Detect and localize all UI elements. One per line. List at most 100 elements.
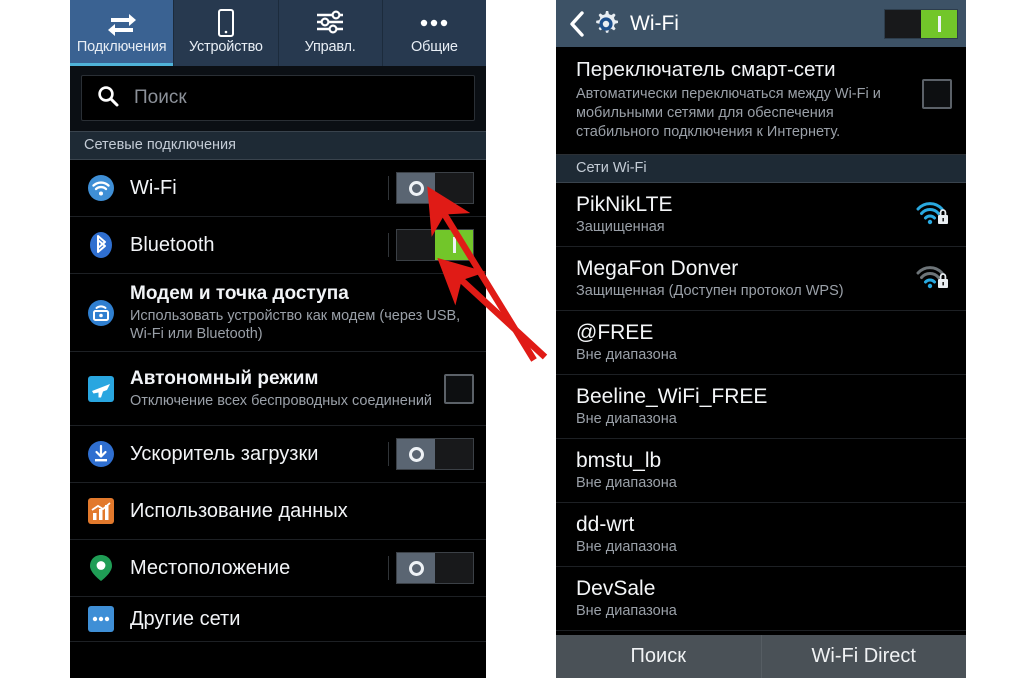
wifi-toggle[interactable]	[388, 172, 474, 204]
airplane-icon	[84, 375, 118, 403]
toggle-knob	[397, 553, 435, 583]
toggle-knob	[397, 173, 435, 203]
network-row-ddwrt[interactable]: dd-wrt Вне диапазона	[556, 503, 966, 567]
network-text: Beeline_WiFi_FREE Вне диапазона	[576, 384, 950, 428]
row-airplane-mode-sub: Отключение всех беспроводных соединений	[130, 393, 433, 409]
row-bluetooth-title: Bluetooth	[130, 234, 215, 256]
wifi-screen-right: Wi-Fi Переключатель смарт-сети Автоматич…	[556, 0, 966, 678]
row-other-networks-text: Другие сети	[118, 607, 474, 631]
network-row-beeline[interactable]: Beeline_WiFi_FREE Вне диапазона	[556, 375, 966, 439]
smart-network-switch-text: Переключатель смарт-сети Автоматически п…	[576, 57, 922, 142]
network-state: Вне диапазона	[576, 603, 677, 619]
tab-controls-label: Управл.	[304, 39, 356, 55]
row-data-usage-title: Использование данных	[130, 500, 348, 522]
network-row-megafon[interactable]: MegaFon Donver Защищенная (Доступен прот…	[556, 247, 966, 311]
row-bluetooth-text: Bluetooth	[118, 233, 396, 257]
tab-connections-label: Подключения	[76, 39, 167, 55]
network-name: MegaFon Donver	[576, 257, 739, 280]
smart-network-switch-title: Переключатель смарт-сети	[576, 58, 836, 81]
tab-general[interactable]: Общие	[383, 0, 486, 66]
bluetooth-toggle[interactable]	[388, 229, 474, 261]
network-state: Защищенная	[576, 219, 665, 235]
tethering-icon	[84, 299, 118, 327]
tab-device[interactable]: Устройство	[174, 0, 279, 66]
network-name: dd-wrt	[576, 513, 635, 536]
smart-network-switch-row[interactable]: Переключатель смарт-сети Автоматически п…	[556, 47, 966, 155]
location-toggle[interactable]	[388, 552, 474, 584]
search-input[interactable]: Поиск	[81, 75, 475, 121]
settings-screen-left: Подключения Устройство Управл. Общие Пои…	[70, 0, 486, 678]
row-other-networks[interactable]: Другие сети	[70, 597, 486, 642]
tab-general-label: Общие	[411, 39, 458, 55]
row-download-booster[interactable]: Ускоритель загрузки	[70, 426, 486, 483]
bluetooth-icon	[84, 231, 118, 259]
network-state: Вне диапазона	[576, 539, 677, 555]
network-name: PikNikLTE	[576, 193, 673, 216]
row-tethering-title: Модем и точка доступа	[130, 283, 349, 304]
network-row-bmstu[interactable]: bmstu_lb Вне диапазона	[556, 439, 966, 503]
row-wifi-text: Wi-Fi	[118, 176, 396, 200]
wifi-header: Wi-Fi	[556, 0, 966, 47]
row-data-usage-text: Использование данных	[118, 499, 474, 523]
wifi-direct-button[interactable]: Wi-Fi Direct	[760, 635, 967, 678]
toggle-knob	[921, 9, 957, 38]
toggle-knob	[435, 230, 473, 260]
row-airplane-mode-title: Автономный режим	[130, 368, 319, 389]
row-bluetooth[interactable]: Bluetooth	[70, 217, 486, 274]
divider	[388, 442, 389, 466]
search-icon	[96, 84, 120, 113]
row-other-networks-title: Другие сети	[130, 608, 241, 630]
location-icon	[84, 554, 118, 582]
back-chevron-icon[interactable]	[566, 10, 588, 37]
row-airplane-mode[interactable]: Автономный режим Отключение всех беспров…	[70, 352, 486, 426]
device-icon	[216, 8, 236, 38]
network-row-free[interactable]: @FREE Вне диапазона	[556, 311, 966, 375]
row-tethering-text: Модем и точка доступа Использовать устро…	[118, 282, 474, 343]
data-usage-icon	[84, 497, 118, 525]
row-airplane-mode-text: Автономный режим Отключение всех беспров…	[118, 367, 444, 410]
row-wifi[interactable]: Wi-Fi	[70, 160, 486, 217]
airplane-mode-checkbox[interactable]	[444, 373, 474, 404]
other-networks-icon	[84, 605, 118, 633]
wifi-signal-weak-secured-icon	[912, 264, 950, 292]
search-area: Поиск	[70, 66, 486, 131]
network-name: DevSale	[576, 577, 656, 600]
row-wifi-title: Wi-Fi	[130, 177, 177, 199]
row-tethering-sub: Использовать устройство как модем (через…	[130, 308, 461, 342]
row-location[interactable]: Местоположение	[70, 540, 486, 597]
divider	[388, 233, 389, 257]
network-text: @FREE Вне диапазона	[576, 320, 950, 364]
smart-network-switch-checkbox[interactable]	[922, 79, 952, 109]
gear-icon	[590, 9, 622, 39]
network-name: bmstu_lb	[576, 449, 662, 472]
divider	[388, 556, 389, 580]
network-text: MegaFon Donver Защищенная (Доступен прот…	[576, 256, 912, 300]
network-row-devsale[interactable]: DevSale Вне диапазона	[556, 567, 966, 631]
network-text: dd-wrt Вне диапазона	[576, 512, 950, 556]
tab-connections[interactable]: Подключения	[70, 0, 175, 66]
tab-controls[interactable]: Управл.	[279, 0, 383, 66]
more-dots-icon	[417, 8, 451, 38]
row-data-usage[interactable]: Использование данных	[70, 483, 486, 540]
wifi-signal-secured-icon	[912, 200, 950, 228]
network-row-piknik[interactable]: PikNikLTE Защищенная	[556, 183, 966, 247]
row-location-title: Местоположение	[130, 557, 291, 579]
download-booster-icon	[84, 440, 118, 468]
section-network-connections: Сетевые подключения	[70, 131, 486, 160]
network-name: @FREE	[576, 321, 654, 344]
settings-tab-bar: Подключения Устройство Управл. Общие	[70, 0, 486, 66]
wifi-bottom-toolbar: Поиск Wi-Fi Direct	[556, 633, 966, 678]
divider	[388, 176, 389, 200]
download-booster-toggle[interactable]	[388, 438, 474, 470]
network-text: PikNikLTE Защищенная	[576, 192, 912, 236]
section-wifi-networks: Сети Wi-Fi	[556, 155, 966, 183]
scan-button[interactable]: Поиск	[556, 635, 761, 678]
toggle-knob	[397, 439, 435, 469]
network-state: Вне диапазона	[576, 347, 677, 363]
row-download-booster-text: Ускоритель загрузки	[118, 442, 396, 466]
connections-icon	[107, 8, 137, 38]
wifi-master-toggle[interactable]	[884, 8, 958, 39]
row-tethering[interactable]: Модем и точка доступа Использовать устро…	[70, 274, 486, 352]
smart-network-switch-sub: Автоматически переключаться между Wi-Fi …	[576, 86, 881, 140]
network-text: bmstu_lb Вне диапазона	[576, 448, 950, 492]
